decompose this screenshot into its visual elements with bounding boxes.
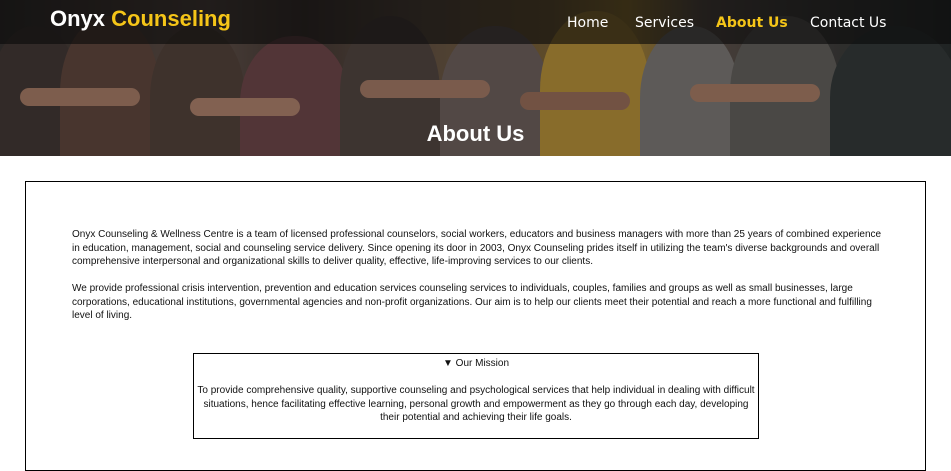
- hero-banner: Onyx Counseling Home Services About Us C…: [0, 0, 951, 156]
- mission-summary-toggle[interactable]: ▼ Our Mission: [194, 358, 758, 369]
- nav-contact-us[interactable]: Contact Us: [810, 15, 886, 31]
- nav-about-us[interactable]: About Us: [716, 15, 788, 31]
- page-title: About Us: [426, 121, 525, 146]
- mission-details[interactable]: ▼ Our Mission To provide comprehensive q…: [193, 353, 759, 439]
- mission-text: To provide comprehensive quality, suppor…: [197, 385, 755, 423]
- about-paragraph: We provide professional crisis intervent…: [72, 283, 872, 321]
- about-paragraph: Onyx Counseling & Wellness Centre is a t…: [72, 229, 882, 267]
- brand-name-part1: Onyx: [50, 6, 106, 31]
- brand-logo[interactable]: Onyx Counseling: [50, 6, 231, 32]
- about-content-card: Onyx Counseling & Wellness Centre is a t…: [25, 181, 926, 471]
- top-navbar: Onyx Counseling Home Services About Us C…: [0, 0, 951, 44]
- nav-services[interactable]: Services: [635, 15, 694, 31]
- nav-home[interactable]: Home: [567, 15, 608, 31]
- brand-name-part2: Counseling: [111, 6, 231, 31]
